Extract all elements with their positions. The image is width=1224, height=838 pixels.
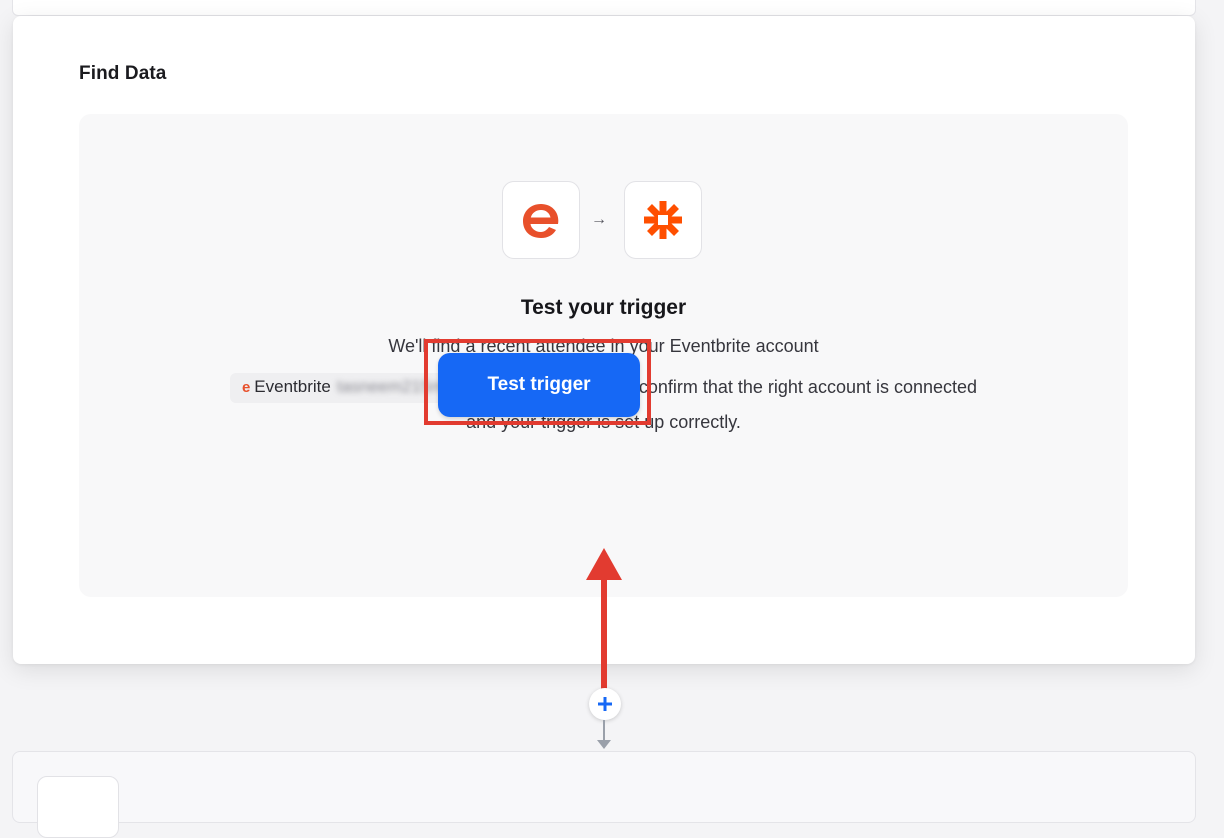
arrow-down-icon xyxy=(597,740,611,749)
section-title: Find Data xyxy=(79,63,167,84)
eventbrite-small-icon: e xyxy=(241,379,251,396)
add-step-button[interactable] xyxy=(589,688,621,720)
next-step-app-icon xyxy=(37,776,119,838)
zapier-logo-icon xyxy=(624,181,702,259)
eventbrite-logo-icon xyxy=(502,181,580,259)
description-suffix: to confirm that the right account is con… xyxy=(618,376,978,397)
plus-icon xyxy=(598,697,612,711)
account-app-name: Eventbrite xyxy=(254,377,331,396)
arrow-right-icon: → xyxy=(591,211,607,228)
trigger-title: Test your trigger xyxy=(520,296,687,319)
test-trigger-button[interactable]: Test trigger xyxy=(438,353,640,417)
flow-connector-line xyxy=(603,720,605,742)
app-logos: → xyxy=(502,181,707,261)
previous-step-card xyxy=(12,0,1196,16)
next-step-card[interactable] xyxy=(12,751,1196,838)
